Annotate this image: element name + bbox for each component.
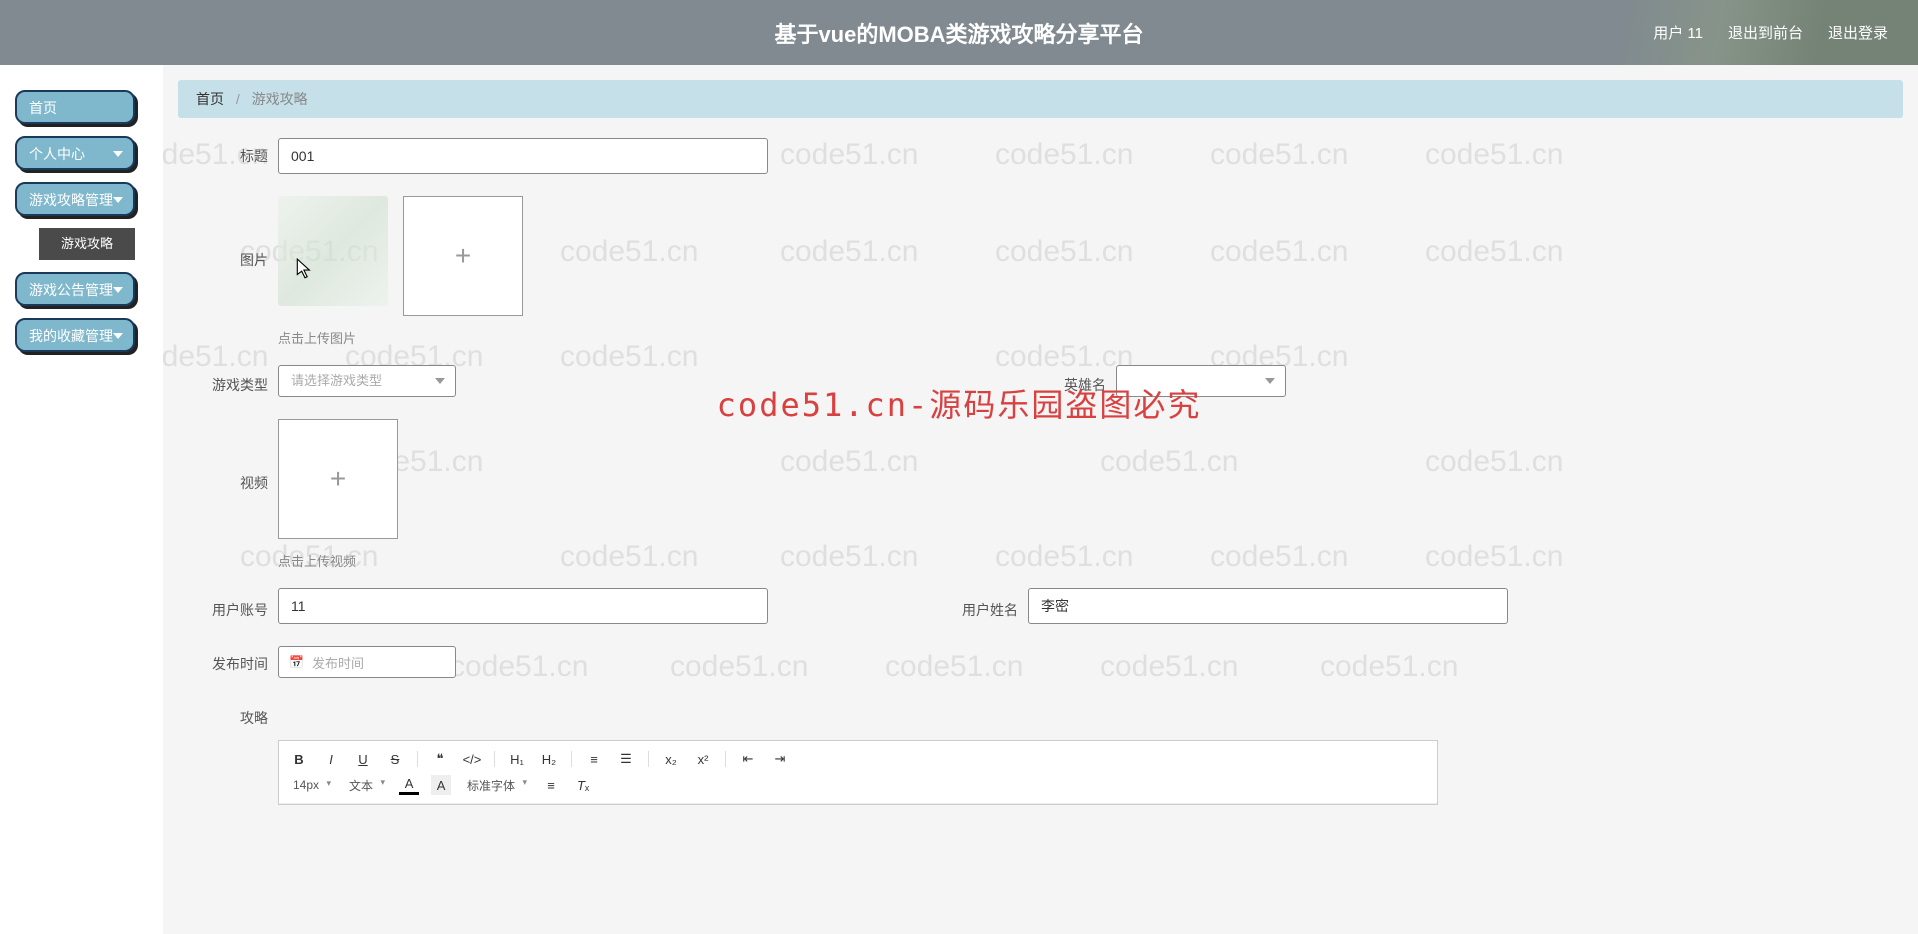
indent-minus-icon[interactable]: ⇤: [738, 749, 758, 769]
breadcrumb-home[interactable]: 首页: [196, 91, 224, 107]
align-icon[interactable]: ≡: [541, 775, 561, 795]
bold-icon[interactable]: B: [289, 749, 309, 769]
nav-sub-strategy[interactable]: 游戏攻略: [39, 228, 135, 260]
italic-icon[interactable]: I: [321, 749, 341, 769]
clear-format-icon[interactable]: Tₓ: [573, 775, 593, 795]
plus-icon: +: [455, 240, 471, 272]
subscript-icon[interactable]: x₂: [661, 749, 681, 769]
breadcrumb: 首页 / 游戏攻略: [178, 80, 1903, 118]
publish-time-picker[interactable]: 📅 发布时间: [278, 646, 456, 678]
username-input[interactable]: [1028, 588, 1508, 624]
image-upload-box[interactable]: +: [403, 196, 523, 316]
image-upload-hint: 点击上传图片: [278, 328, 1873, 347]
nav-favorite-mgmt[interactable]: 我的收藏管理: [15, 318, 135, 352]
plus-icon: +: [330, 463, 346, 495]
font-type-select[interactable]: 文本: [345, 776, 387, 795]
nav-home[interactable]: 首页: [15, 90, 135, 124]
account-label: 用户账号: [208, 592, 268, 620]
main-content: 首页 / 游戏攻略 标题 图片 + 点击上传图片 游戏类型 请选择游戏类型: [163, 65, 1918, 934]
list-ordered-icon[interactable]: ≡: [584, 749, 604, 769]
superscript-icon[interactable]: x²: [693, 749, 713, 769]
header: 基于vue的MOBA类游戏攻略分享平台 用户 11 退出到前台 退出登录: [0, 0, 1918, 65]
user-label[interactable]: 用户 11: [1653, 22, 1703, 43]
underline-icon[interactable]: U: [353, 749, 373, 769]
image-label: 图片: [208, 242, 268, 270]
video-label: 视频: [208, 465, 268, 493]
game-type-label: 游戏类型: [208, 367, 268, 395]
breadcrumb-sep: /: [236, 91, 240, 107]
strike-icon[interactable]: S: [385, 749, 405, 769]
font-color-icon[interactable]: A: [399, 775, 419, 795]
exit-front-link[interactable]: 退出到前台: [1728, 22, 1803, 43]
rich-editor[interactable]: B I U S ❝ </> H₁ H₂ ≡ ☰ x₂: [278, 740, 1438, 805]
strategy-label: 攻略: [208, 700, 268, 728]
account-input[interactable]: [278, 588, 768, 624]
list-unordered-icon[interactable]: ☰: [616, 749, 636, 769]
video-upload-box[interactable]: +: [278, 419, 398, 539]
app-title: 基于vue的MOBA类游戏攻略分享平台: [774, 17, 1143, 49]
indent-plus-icon[interactable]: ⇥: [770, 749, 790, 769]
publish-time-label: 发布时间: [208, 646, 268, 674]
logout-link[interactable]: 退出登录: [1828, 22, 1888, 43]
hero-name-select[interactable]: [1116, 365, 1286, 397]
image-preview[interactable]: [278, 196, 388, 306]
h2-icon[interactable]: H₂: [539, 749, 559, 769]
quote-icon[interactable]: ❝: [430, 749, 450, 769]
nav-strategy-mgmt[interactable]: 游戏攻略管理: [15, 182, 135, 216]
title-input[interactable]: [278, 138, 768, 174]
nav-notice-mgmt[interactable]: 游戏公告管理: [15, 272, 135, 306]
publish-time-placeholder: 发布时间: [312, 653, 364, 672]
font-family-select[interactable]: 标准字体: [463, 776, 529, 795]
form: 标题 图片 + 点击上传图片 游戏类型 请选择游戏类型 英雄名: [178, 118, 1903, 825]
sidebar: 首页 个人中心 游戏攻略管理 游戏攻略 游戏公告管理 我的收藏管理: [0, 65, 163, 934]
title-label: 标题: [208, 138, 268, 166]
game-type-select[interactable]: 请选择游戏类型: [278, 365, 456, 397]
h1-icon[interactable]: H₁: [507, 749, 527, 769]
calendar-icon: 📅: [289, 655, 304, 669]
nav-personal-center[interactable]: 个人中心: [15, 136, 135, 170]
editor-toolbar: B I U S ❝ </> H₁ H₂ ≡ ☰ x₂: [279, 741, 1437, 804]
username-label: 用户姓名: [948, 592, 1018, 620]
bg-color-icon[interactable]: A: [431, 775, 451, 795]
hero-name-label: 英雄名: [1036, 367, 1106, 395]
video-upload-hint: 点击上传视频: [278, 551, 1873, 570]
font-size-select[interactable]: 14px: [289, 777, 333, 793]
breadcrumb-current: 游戏攻略: [252, 91, 308, 107]
code-icon[interactable]: </>: [462, 749, 482, 769]
